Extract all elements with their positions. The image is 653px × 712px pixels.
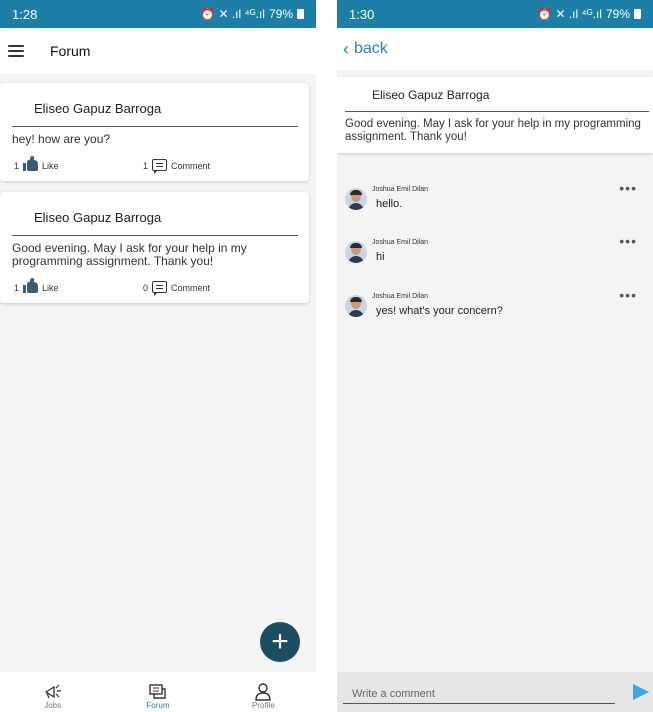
chevron-left-icon[interactable]: ‹ [343,39,349,60]
comment-button[interactable]: 1 Comment [143,159,211,174]
page-title: Forum [50,43,91,59]
post-actions: 1 Like 0 Comment [0,268,309,303]
thumbs-up-icon [23,277,39,293]
post-card: Eliseo Gapuz Barroga Good evening. May I… [337,77,653,153]
chat-icon [149,684,166,699]
post-text: hey! how are you? [12,132,111,146]
battery-icon [634,9,641,19]
comment-author: Joshua Emil Dilan [372,186,429,193]
person-icon [255,683,272,701]
status-icons: ⏰ ✕ .ıl ⁴ᴳ.ıl [200,7,265,21]
more-options-icon[interactable]: ••• [619,233,637,249]
comment-item: Joshua Emil Dilan yes! what's your conce… [345,287,645,327]
more-options-icon[interactable]: ••• [619,180,637,196]
send-icon[interactable] [633,684,649,700]
comment-icon [152,159,168,174]
comment-item: Joshua Emil Dilan hi ••• [345,233,645,273]
comment-item: Joshua Emil Dilan hello. ••• [345,180,645,220]
nav-label: Profile [251,701,275,710]
status-time: 1:30 [349,6,375,22]
post-author: Eliseo Gapuz Barroga [34,101,162,116]
post-author: Eliseo Gapuz Barroga [372,88,490,102]
status-bar: 1:28 ⏰ ✕ .ıl ⁴ᴳ.ıl 79% [0,0,316,28]
like-count: 1 [14,283,20,293]
nav-item-jobs[interactable]: Jobs [0,672,105,712]
comment-text: hello. [376,198,403,210]
like-label: Like [42,161,59,171]
battery-percent: 79% [268,7,293,21]
avatar [345,295,367,317]
comment-label: Comment [171,161,211,171]
back-bar: ‹ back [337,28,653,70]
nav-label: Jobs [44,701,62,710]
nav-item-profile[interactable]: Profile [211,672,316,712]
like-button[interactable]: 1 Like [14,155,143,171]
comment-icon [152,281,168,296]
comment-text: hi [376,251,385,263]
post-card[interactable]: Eliseo Gapuz Barroga Good evening. May I… [0,192,309,303]
post-text: Good evening. May I ask for your help in… [345,118,641,143]
like-button[interactable]: 1 Like [14,277,143,293]
comment-input[interactable]: Write a comment [343,682,615,704]
post-actions: 1 Like 1 Comment [0,146,309,181]
comment-text: yes! what's your concern? [376,305,503,317]
menu-icon[interactable] [8,45,24,57]
nav-label: Forum [146,701,170,710]
avatar [345,188,367,210]
comment-count: 1 [143,161,149,171]
plus-icon: + [271,625,289,658]
add-post-button[interactable]: + [260,622,300,662]
like-label: Like [42,283,59,293]
app-bar: Forum [0,28,316,74]
screenshot-stage: 1:28 ⏰ ✕ .ıl ⁴ᴳ.ıl 79% Forum Eliseo Gapu… [0,0,653,712]
bottom-navigation: Jobs Forum Profile [0,672,316,712]
post-author: Eliseo Gapuz Barroga [34,210,162,225]
thumbs-up-icon [23,155,39,171]
status-icons: ⏰ ✕ .ıl ⁴ᴳ.ıl [537,7,602,21]
post-card[interactable]: Eliseo Gapuz Barroga hey! how are you? 1… [0,83,309,181]
more-options-icon[interactable]: ••• [619,287,637,303]
status-bar: 1:30 ⏰ ✕ .ıl ⁴ᴳ.ıl 79% [337,0,653,28]
battery-icon [297,9,304,19]
like-count: 1 [14,161,20,171]
forum-screen: 1:28 ⏰ ✕ .ıl ⁴ᴳ.ıl 79% Forum Eliseo Gapu… [0,0,316,712]
comment-count: 0 [143,283,149,293]
comment-author: Joshua Emil Dilan [372,293,429,300]
back-button[interactable]: back [354,40,388,58]
comment-author: Joshua Emil Dilan [372,239,429,246]
comment-composer: Write a comment [337,672,653,712]
comment-label: Comment [171,283,211,293]
avatar [345,241,367,263]
post-detail-screen: 1:30 ⏰ ✕ .ıl ⁴ᴳ.ıl 79% ‹ back Eliseo Gap… [337,0,653,712]
megaphone-icon [44,684,61,699]
nav-item-forum[interactable]: Forum [105,672,210,712]
battery-percent: 79% [605,7,630,21]
post-text: Good evening. May I ask for your help in… [12,241,247,268]
status-time: 1:28 [12,6,38,22]
comment-button[interactable]: 0 Comment [143,281,211,296]
